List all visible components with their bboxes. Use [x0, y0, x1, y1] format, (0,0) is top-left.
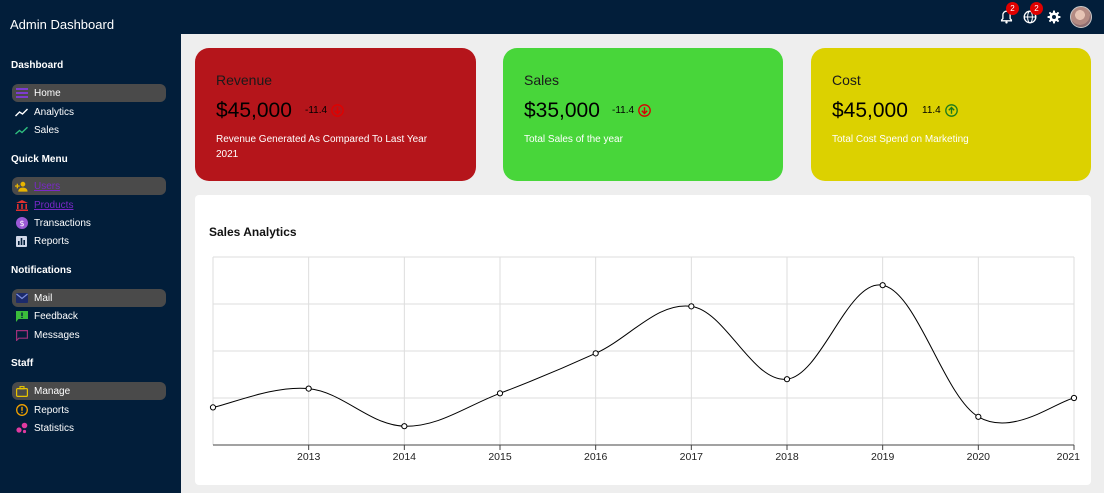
x-tick-label: 2017 [680, 451, 704, 463]
feedback-icon [15, 310, 28, 323]
bar-chart-icon [15, 235, 28, 248]
sidebar-item-messages[interactable]: Messages [12, 326, 166, 344]
sidebar-item-manage[interactable]: Manage [12, 382, 166, 400]
data-point [1070, 394, 1078, 402]
line-style-icon [15, 87, 28, 100]
sidebar-item-statistics[interactable]: Statistics [12, 419, 166, 437]
app-title: Admin Dashboard [10, 17, 115, 32]
sidebar-item-label: Reports [34, 235, 70, 247]
card-subtitle: Revenue Generated As Compared To Last Ye… [216, 134, 428, 160]
sidebar-item-label: Products [34, 199, 74, 211]
mail-icon [15, 292, 28, 305]
sidebar-item-label: Reports [34, 404, 70, 416]
x-tick-label: 2015 [488, 451, 512, 463]
sidebar-item-label: Sales [34, 124, 60, 136]
card-rate-value: -11.4 [305, 105, 328, 116]
bank-icon [15, 199, 28, 212]
x-tick-label: 2014 [393, 451, 417, 463]
top-icons: 2 2 [998, 2, 1092, 28]
x-tick-label: 2019 [871, 451, 895, 463]
section-title-staff: Staff [11, 358, 34, 369]
section-title-dashboard: Dashboard [11, 60, 64, 71]
data-point [592, 350, 599, 357]
dollar-icon: $ [15, 217, 28, 230]
person-add-icon [15, 180, 28, 193]
error-outline-icon [15, 404, 28, 417]
sidebar-item-label: Users [34, 180, 61, 192]
cost-card: Cost $45,000 11.4 Total Cost Spend on Ma… [811, 48, 1091, 181]
data-point [401, 423, 408, 430]
sidebar-item-mail[interactable]: Mail [12, 289, 166, 307]
card-subtitle: Total Sales of the year [524, 134, 623, 145]
card-rate: 11.4 [922, 104, 958, 117]
x-tick-label: 2020 [967, 451, 991, 463]
sidebar-item-label: Manage [34, 385, 71, 397]
gear-icon [1047, 10, 1061, 24]
notifications-button[interactable]: 2 [998, 2, 1019, 25]
sidebar-item-label: Messages [34, 329, 80, 341]
card-subtitle: Total Cost Spend on Marketing [832, 134, 969, 145]
trending-up-icon [15, 124, 28, 137]
card-value: $35,000 [524, 99, 600, 122]
data-point [209, 404, 217, 411]
timeline-icon [15, 106, 28, 119]
sales-analytics-card: Sales Analytics 2013 2014 2015 2016 2017 2018… [195, 195, 1091, 485]
data-point [879, 282, 886, 289]
card-title: Revenue [216, 72, 273, 88]
data-point [783, 376, 791, 383]
sidebar-item-label: Home [34, 87, 61, 99]
sidebar-item-staff-reports[interactable]: Reports [12, 401, 166, 419]
series-line [212, 284, 1075, 427]
arrow-down-circle-icon [638, 104, 651, 117]
sidebar-item-label: Feedback [34, 310, 78, 322]
svg-text:$: $ [19, 219, 24, 228]
card-value: $45,000 [832, 99, 908, 122]
x-tick-label: 2018 [775, 451, 799, 463]
sidebar-item-label: Analytics [34, 106, 75, 118]
data-point [975, 413, 982, 420]
sidebar-item-home[interactable]: Home [12, 84, 166, 102]
arrow-up-circle-icon [944, 104, 958, 117]
notifications-badge: 2 [1006, 2, 1019, 15]
section-title-quick-menu: Quick Menu [11, 154, 68, 165]
data-point [688, 303, 695, 310]
sidebar-item-label: Mail [34, 292, 53, 304]
card-rate: -11.4 [305, 104, 344, 117]
x-tick-label: 2021 [1057, 451, 1081, 463]
language-button[interactable]: 2 [1022, 2, 1043, 25]
arrow-down-circle-icon [331, 104, 344, 117]
card-rate-value: 11.4 [922, 105, 941, 116]
data-point [496, 390, 504, 397]
card-rate-value: -11.4 [612, 105, 635, 116]
settings-button[interactable] [1046, 9, 1062, 25]
section-title-notifications: Notifications [11, 265, 72, 276]
sidebar: Dashboard Home Analytics Sales Quick Men… [0, 34, 181, 493]
avatar[interactable] [1070, 6, 1092, 28]
message-icon [15, 329, 28, 342]
revenue-card: Revenue $45,000 -11.4 Revenue Generated … [195, 48, 476, 181]
card-value: $45,000 [216, 99, 292, 122]
bubble-chart-icon [15, 422, 28, 435]
sales-analytics-chart: 2013 2014 2015 2016 2017 2018 2019 2020 2021 [209, 256, 1081, 463]
sidebar-item-sales[interactable]: Sales [12, 121, 166, 139]
language-badge: 2 [1030, 2, 1043, 15]
card-title: Sales [524, 72, 560, 88]
x-tick-label: 2013 [297, 451, 321, 463]
sidebar-item-users[interactable]: Users [12, 177, 166, 195]
work-icon [15, 385, 28, 398]
sidebar-item-reports[interactable]: Reports [12, 232, 166, 250]
sidebar-item-products[interactable]: Products [12, 196, 166, 214]
sidebar-item-transactions[interactable]: $ Transactions [12, 214, 166, 232]
sidebar-item-analytics[interactable]: Analytics [12, 103, 166, 121]
sidebar-item-label: Statistics [34, 422, 75, 434]
sidebar-item-label: Transactions [34, 217, 91, 229]
top-bar: Admin Dashboard 2 2 [0, 0, 1104, 34]
data-point [305, 385, 312, 392]
sidebar-item-feedback[interactable]: Feedback [12, 307, 166, 325]
sales-card: Sales $35,000 -11.4 Total Sales of the y… [503, 48, 783, 181]
card-title: Cost [832, 72, 861, 88]
x-tick-label: 2016 [584, 451, 608, 463]
card-rate: -11.4 [612, 104, 651, 117]
